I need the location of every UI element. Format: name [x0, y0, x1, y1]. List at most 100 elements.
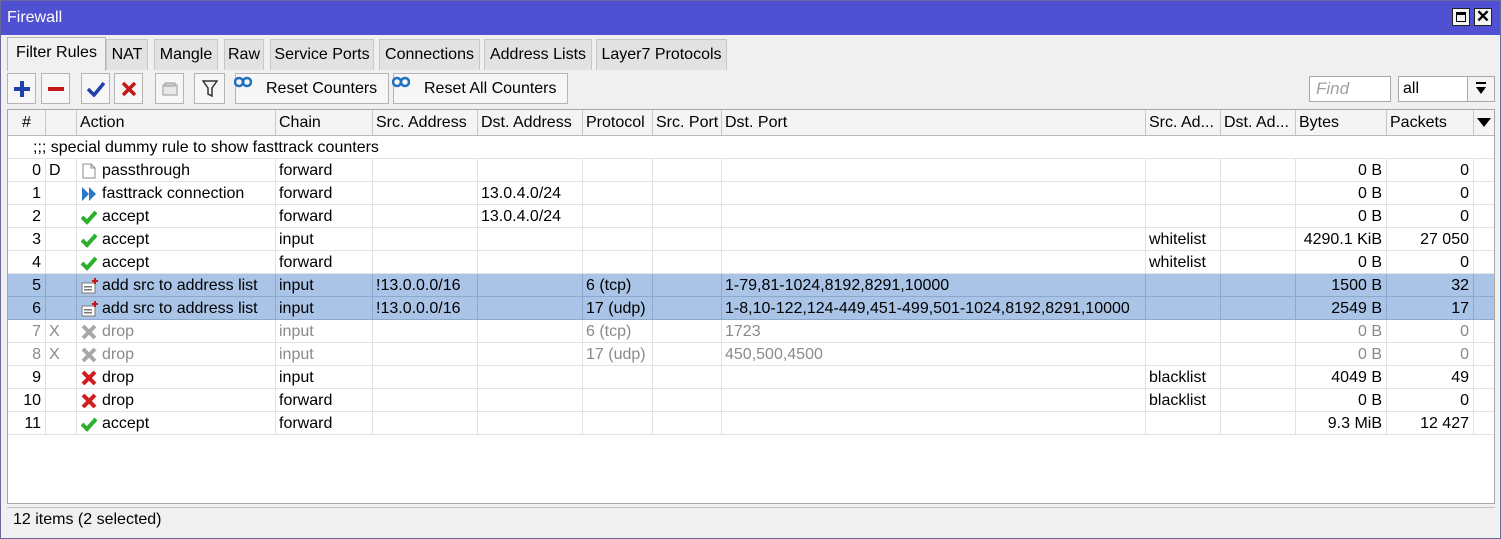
rules-table: # Action Chain Src. Address Dst. Address Prot… [7, 109, 1495, 504]
cell-packets: 17 [1387, 297, 1474, 319]
tab-layer7-protocols[interactable]: Layer7 Protocols [596, 39, 727, 70]
table-row[interactable]: 0 Dpassthrough forward 0 B0 [8, 159, 1494, 182]
cell-src-address: !13.0.0.0/16 [373, 297, 478, 319]
cell-dst-address [478, 274, 583, 296]
add-button[interactable] [7, 73, 36, 104]
action-label: accept [102, 254, 150, 271]
filter-select[interactable]: all [1398, 76, 1495, 102]
dropdown-arrow-icon[interactable] [1467, 77, 1494, 101]
cell-src-address [373, 343, 478, 365]
cell-src-address [373, 320, 478, 342]
cell-dst-port [722, 251, 1146, 273]
column-header-bytes[interactable]: Bytes [1296, 110, 1387, 135]
tab-raw[interactable]: Raw [224, 39, 264, 70]
cell-chain: forward [276, 205, 373, 227]
cell-bytes: 9.3 MiB [1296, 412, 1387, 434]
cell-dst-address-list [1221, 366, 1296, 388]
reset-all-counters-button[interactable]: Reset All Counters [392, 73, 568, 104]
tab-filter-rules[interactable]: Filter Rules [7, 37, 106, 71]
table-row[interactable]: 4 accept forward whitelist 0 B0 [8, 251, 1494, 274]
cell-src-address-list [1146, 159, 1221, 181]
cell-action: accept [77, 205, 276, 227]
enable-button[interactable] [81, 73, 110, 104]
column-header-action[interactable]: Action [77, 110, 276, 135]
cell-dst-address [478, 343, 583, 365]
maximize-button[interactable] [1452, 8, 1470, 26]
cell-src-port [653, 366, 722, 388]
table-row[interactable]: 3 accept input whitelist 4290.1 KiB 27 050 [8, 228, 1494, 251]
cell-src-port [653, 297, 722, 319]
table-row[interactable]: 9 drop input blacklist 4049 B 49 [8, 366, 1494, 389]
tab-connections[interactable]: Connections [379, 39, 480, 70]
cell-packets: 27 050 [1387, 228, 1474, 250]
action-label: accept [102, 208, 150, 225]
cell-dst-address-list [1221, 412, 1296, 434]
table-row[interactable]: 2 accept forward 13.0.4.0/24 0 B0 [8, 205, 1494, 228]
tab-service-ports[interactable]: Service Ports [270, 39, 374, 70]
close-button[interactable]: ✕ [1474, 8, 1492, 26]
cell-packets: 32 [1387, 274, 1474, 296]
cell-packets: 0 [1387, 159, 1474, 181]
cell-action: add src to address list [77, 274, 276, 296]
cell-flag [46, 274, 77, 296]
cell-src-port [653, 320, 722, 342]
column-header-src-port[interactable]: Src. Port [653, 110, 722, 135]
table-row[interactable]: 10 drop forward blacklist 0 B0 [8, 389, 1494, 412]
reset-counters-label: Reset Counters [266, 80, 378, 97]
table-row[interactable]: 11 accept forward 9.3 MiB 12 427 [8, 412, 1494, 435]
column-header-dst-port[interactable]: Dst. Port [722, 110, 1146, 135]
cell-src-address-list: whitelist [1146, 228, 1221, 250]
table-row[interactable]: 5 add src to address list input !13.0.0.0/1… [8, 274, 1494, 297]
column-header-src-address-list[interactable]: Src. Ad... [1146, 110, 1221, 135]
cell-src-address [373, 205, 478, 227]
cell-dst-address: 13.0.4.0/24 [478, 182, 583, 204]
cell-bytes: 2549 B [1296, 297, 1387, 319]
cell-action: fasttrack connection [77, 182, 276, 204]
cell-flag [46, 389, 77, 411]
action-label: drop [102, 392, 135, 409]
cell-dst-address-list [1221, 343, 1296, 365]
cell-num: 1 [8, 182, 46, 204]
column-header-dst-address[interactable]: Dst. Address [478, 110, 583, 135]
remove-button[interactable] [41, 73, 70, 104]
cell-dst-port [722, 412, 1146, 434]
cell-dst-address-list [1221, 389, 1296, 411]
filter-select-value: all [1403, 80, 1420, 97]
cell-protocol [583, 412, 653, 434]
cell-flag [46, 366, 77, 388]
table-row[interactable]: 1 fasttrack connection forward 13.0.4.0/24 0… [8, 182, 1494, 205]
table-row[interactable]: 8 Xdrop input 17 (udp) 450,500,4500 0 B0 [8, 343, 1494, 366]
window-title: Firewall [7, 9, 63, 26]
column-chooser-icon[interactable] [1474, 110, 1494, 135]
cell-src-port [653, 159, 722, 181]
tab-address-lists[interactable]: Address Lists [484, 39, 592, 70]
column-header-dst-address-list[interactable]: Dst. Ad... [1221, 110, 1296, 135]
column-header-flag[interactable] [46, 110, 77, 135]
column-header-num[interactable]: # [8, 110, 46, 135]
disable-button[interactable] [114, 73, 143, 104]
rule-comment[interactable]: ;;; special dummy rule to show fasttrack… [8, 136, 1494, 159]
column-header-src-address[interactable]: Src. Address [373, 110, 478, 135]
column-header-protocol[interactable]: Protocol [583, 110, 653, 135]
reset-counters-button[interactable]: Reset Counters [234, 73, 389, 104]
cell-protocol [583, 228, 653, 250]
table-row[interactable]: 7 Xdrop input 6 (tcp) 1723 0 B0 [8, 320, 1494, 343]
column-header-chain[interactable]: Chain [276, 110, 373, 135]
tab-mangle[interactable]: Mangle [154, 39, 218, 70]
action-label: add src to address list [102, 277, 258, 294]
cell-flag [46, 412, 77, 434]
tab-nat[interactable]: NAT [106, 39, 148, 70]
action-label: passthrough [102, 162, 191, 179]
find-input[interactable]: Find [1309, 76, 1391, 102]
cell-src-address [373, 159, 478, 181]
cell-action: accept [77, 412, 276, 434]
title-bar[interactable]: Firewall ✕ [1, 1, 1500, 35]
cell-src-address-list [1146, 343, 1221, 365]
cell-dst-port: 1-79,81-1024,8192,8291,10000 [722, 274, 1146, 296]
comment-button[interactable] [155, 73, 184, 104]
column-header-packets[interactable]: Packets [1387, 110, 1474, 135]
cell-dst-address-list [1221, 320, 1296, 342]
cell-protocol [583, 159, 653, 181]
table-row[interactable]: 6 add src to address list input !13.0.0.0/1… [8, 297, 1494, 320]
filter-button[interactable] [194, 73, 225, 104]
